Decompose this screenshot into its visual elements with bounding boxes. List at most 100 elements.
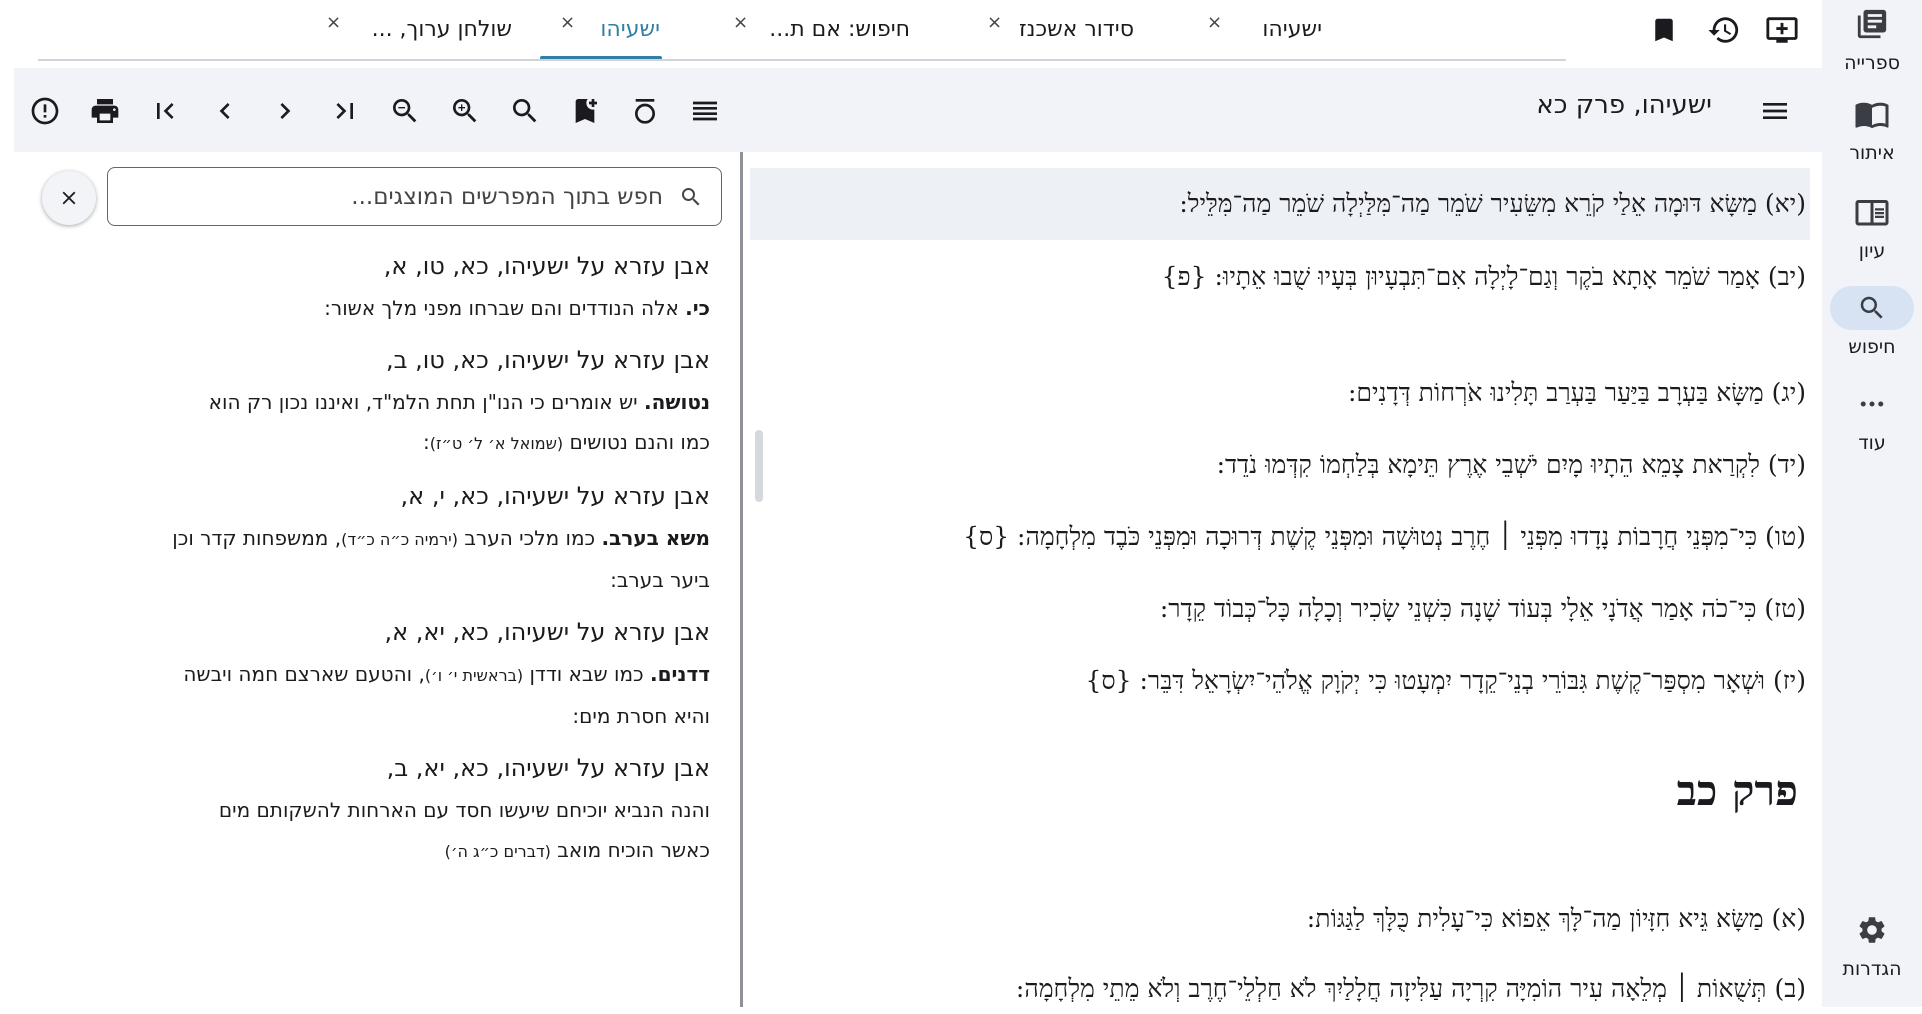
rail-search-label: חיפוש	[1848, 336, 1896, 358]
tab-shulchan-aruch[interactable]: שולחן ערוך, ... ×	[320, 0, 520, 58]
close-tab-icon[interactable]: ×	[560, 12, 575, 33]
tab-isaiah-active[interactable]: ישעיהו ×	[560, 0, 670, 58]
last-page-icon	[336, 103, 353, 119]
commentary-body: אלה הנודדים והם שברחו מפני מלך אשור:	[324, 296, 679, 320]
close-tab-icon[interactable]: ×	[326, 12, 341, 33]
commentary-search-box[interactable]	[107, 167, 722, 226]
last-page-button[interactable]	[322, 88, 368, 134]
close-tab-icon[interactable]: ×	[733, 12, 748, 33]
error-outline-icon	[31, 97, 59, 125]
commentary-text: דדנים. כמו שבא ודדן (בראשית י׳ ו׳), והטע…	[64, 654, 710, 736]
tab-search[interactable]: חיפוש: אם ת... ×	[733, 0, 970, 58]
book-title: ישעיהו, פרק כא	[1536, 90, 1712, 120]
search-icon	[682, 187, 700, 205]
new-tab-button[interactable]	[1760, 8, 1804, 52]
commentary-pane: אבן עזרא על ישעיהו, כא, טו, א, כי. אלה ה…	[14, 152, 740, 1007]
commentary-lemma: כי.	[685, 296, 710, 320]
close-tab-icon[interactable]: ×	[1207, 12, 1222, 33]
next-button[interactable]	[262, 88, 308, 134]
report-button[interactable]	[22, 88, 68, 134]
rail-study[interactable]: עיון	[1822, 190, 1922, 262]
commentary-body: כמו שבא ודדן	[529, 662, 644, 686]
verse-row[interactable]: (טו) כִּי־מִפְּנֵי חֲרָבוֹת נָדָדוּ מִפְ…	[963, 512, 1806, 562]
open-book-icon	[1830, 92, 1914, 136]
verse-row-highlighted[interactable]: (יא) מַשָּׂא דּוּמָה אֵלַי קֹרֵא מִשֵּׂע…	[750, 168, 1810, 240]
history-icon	[1708, 17, 1739, 43]
rail-more[interactable]: עוד	[1822, 382, 1922, 454]
vowels-toggle-icon	[635, 99, 655, 124]
zoom-out-icon	[393, 99, 417, 123]
zoom-out-button[interactable]	[382, 88, 428, 134]
zoom-in-button[interactable]	[442, 88, 488, 134]
commentary-entry[interactable]: אבן עזרא על ישעיהו, כא, יא, ב, והנה הנבי…	[64, 754, 710, 872]
first-page-button[interactable]	[142, 88, 188, 134]
more-horizontal-icon	[1830, 382, 1914, 426]
tab-title: חיפוש: אם ת...	[769, 16, 910, 42]
commentary-ref: אבן עזרא על ישעיהו, כא, טו, ב,	[385, 346, 710, 374]
tab-title: ישעיהו	[600, 16, 660, 42]
close-icon	[62, 191, 76, 205]
commentary-entry[interactable]: אבן עזרא על ישעיהו, כא, י, א, משא בערב. …	[64, 482, 710, 600]
view-options-button[interactable]	[682, 88, 728, 134]
tab-title: סידור אשכנז	[1019, 16, 1134, 42]
commentary-ref: אבן עזרא על ישעיהו, כא, טו, א,	[383, 252, 710, 280]
verse-row[interactable]: (א) מַשָּׂא גֵּיא חִזָּיוֹן מַה־לָּךְ אֵ…	[1307, 894, 1806, 944]
tab-title: שולחן ערוך, ...	[371, 16, 512, 42]
commentary-body: כאשר הוכיח מואב	[557, 838, 710, 862]
commentary-entry[interactable]: אבן עזרא על ישעיהו, כא, יא, א, דדנים. כמ…	[64, 618, 710, 736]
zoom-in-icon	[453, 99, 477, 123]
tab-siddur[interactable]: סידור אשכנז ×	[987, 0, 1180, 58]
search-in-text-button[interactable]	[502, 88, 548, 134]
bookmark-add-icon	[575, 99, 597, 123]
commentary-entry[interactable]: אבן עזרא על ישעיהו, כא, טו, א, כי. אלה ה…	[64, 252, 710, 328]
commentary-entry[interactable]: אבן עזרא על ישעיהו, כא, טו, ב, נטושה. יש…	[64, 346, 710, 464]
reorder-lines-icon	[693, 101, 717, 121]
history-button[interactable]	[1702, 8, 1746, 52]
commentary-body: והיא חסרת מים:	[572, 704, 710, 728]
commentary-source-ref: (ירמיה כ״ה כ״ד)	[341, 530, 458, 549]
add-bookmark-button[interactable]	[562, 88, 608, 134]
close-tab-icon[interactable]: ×	[987, 12, 1002, 33]
chevron-right-icon	[280, 103, 291, 119]
toolbar: ישעיהו, פרק כא	[14, 68, 1822, 152]
commentary-ref: אבן עזרא על ישעיהו, כא, י, א,	[400, 482, 710, 510]
rail-locate[interactable]: איתור	[1822, 92, 1922, 164]
tab-bar: ישעיהו × סידור אשכנז × חיפוש: אם ת... × …	[0, 0, 1822, 66]
commentary-text: נטושה. יש אומרים כי הנו"ן תחת הלמ"ד, ואי…	[64, 382, 710, 464]
print-button[interactable]	[82, 88, 128, 134]
previous-button[interactable]	[202, 88, 248, 134]
close-commentary-button[interactable]	[42, 171, 96, 225]
chevron-left-icon	[219, 103, 230, 119]
verse-row[interactable]: (יז) וּשְׁאָר מִסְפַּר־קֶשֶׁת גִּבּוֹרֵי…	[1086, 656, 1806, 706]
first-page-icon	[157, 103, 174, 119]
rail-search[interactable]: חיפוש	[1822, 286, 1922, 358]
library-books-icon	[1830, 2, 1914, 46]
rail-settings-label: הגדרות	[1842, 958, 1902, 980]
tab-isaiah-1[interactable]: ישעיהו ×	[1207, 0, 1340, 58]
verse-row[interactable]: (יג) מַשָּׂא בַּעְרָב בַּיַּעַר בַּעְרַב…	[1348, 368, 1806, 418]
verse-row[interactable]: (טז) כִּי־כֹה אָמַר אֲדֹנָי אֵלָי בְּעוֹ…	[1160, 584, 1806, 634]
reading-book-icon	[1830, 190, 1914, 234]
commentary-text: והנה הנביא יוכיחם שיעשו חסד עם הארחות לה…	[64, 790, 710, 872]
hamburger-menu-icon	[1763, 103, 1787, 119]
commentary-search-input[interactable]	[126, 182, 665, 211]
rail-settings[interactable]: הגדרות	[1822, 908, 1922, 980]
rail-locate-label: איתור	[1849, 142, 1895, 164]
commentary-body: והנה הנביא יוכיחם שיעשו חסד עם הארחות לה…	[218, 798, 710, 822]
verse-row[interactable]: (יב) אָמַר שֹׁמֵר אָתָא בֹקֶר וְגַם־לָיְ…	[1162, 252, 1806, 302]
toggle-vowels-button[interactable]	[622, 88, 668, 134]
commentary-lemma: משא בערב.	[601, 526, 710, 550]
tab-title: ישעיהו	[1262, 16, 1322, 42]
commentary-list: אבן עזרא על ישעיהו, כא, טו, א, כי. אלה ה…	[64, 252, 710, 890]
search-icon	[513, 99, 537, 123]
menu-button[interactable]	[1752, 88, 1798, 134]
verse-row[interactable]: (יד) לִקְרַאת צָמֵא הֵתָיוּ מָיִם יֹשְׁב…	[1217, 440, 1806, 490]
pane-splitter[interactable]	[740, 152, 743, 1007]
rail-library[interactable]: ספרייה	[1822, 2, 1922, 74]
commentary-source-ref: (דברים כ״ג ה׳)	[444, 842, 551, 861]
bookmarks-button[interactable]	[1642, 8, 1686, 52]
bookmark-icon	[1655, 18, 1673, 42]
tab-bar-divider	[38, 59, 1566, 61]
print-icon	[91, 99, 119, 123]
navigation-rail: ספרייה איתור עיון חיפוש עוד הגדרות	[1822, 0, 1922, 1007]
